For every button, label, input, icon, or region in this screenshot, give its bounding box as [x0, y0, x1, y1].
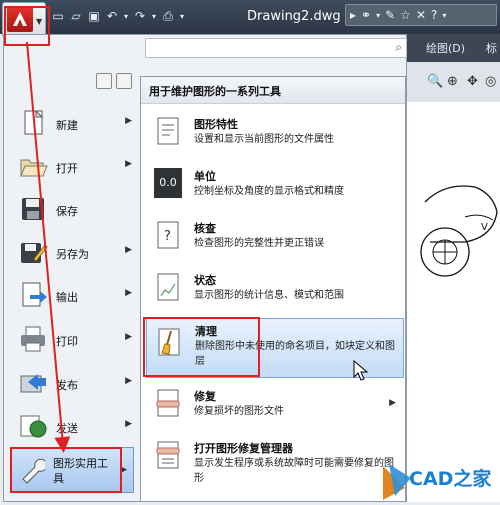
new-document-icon: [24, 110, 44, 135]
menu-item-new[interactable]: 新建 ▶: [14, 104, 138, 144]
drawing-canvas[interactable]: V: [405, 102, 500, 502]
chevron-right-icon: ▶: [125, 288, 132, 298]
submenu-item-title: 图形特性: [194, 118, 238, 131]
menu-item-publish[interactable]: 发布 ▶: [14, 364, 138, 404]
favorite-star-icon[interactable]: ☆: [400, 8, 411, 22]
plot-icon[interactable]: ⎙: [160, 8, 176, 24]
submenu-item-recover[interactable]: 修复 修复损坏的图形文件 ▶: [146, 384, 404, 430]
status-icon: [157, 273, 179, 301]
submenu-item-title: 单位: [194, 170, 216, 183]
menu-item-label: 保存: [56, 205, 78, 218]
menu-item-open[interactable]: 打开 ▶: [14, 147, 138, 187]
chevron-down-icon[interactable]: ▾: [376, 11, 380, 20]
submenu-item-desc: 修复损坏的图形文件: [194, 406, 284, 417]
submenu-header: 用于维护图形的一系列工具: [141, 77, 405, 104]
menu-item-label: 另存为: [56, 248, 89, 261]
recovery-manager-icon: [156, 441, 180, 469]
new-icon[interactable]: ▭: [50, 8, 66, 24]
search-icon: ⌕: [395, 40, 402, 54]
submenu-item-title: 核查: [194, 222, 216, 235]
save-disk-icon: [22, 198, 44, 220]
submenu-item-desc: 检查图形的完整性并更正错误: [194, 238, 324, 249]
document-title: Drawing2.dwg: [247, 9, 341, 24]
chevron-right-icon: ▶: [125, 376, 132, 386]
close-icon[interactable]: ✕: [416, 8, 426, 22]
submenu-item-units[interactable]: 0.0 单位 控制坐标及角度的显示格式和精度: [146, 164, 404, 212]
menu-search-input[interactable]: ⌕: [145, 38, 407, 58]
zoom-icon[interactable]: 🔍: [427, 74, 443, 89]
submenu-item-audit[interactable]: ? 核查 检查图形的完整性并更正错误: [146, 216, 404, 264]
svg-text:?: ?: [164, 229, 171, 244]
submenu-item-title: 状态: [194, 274, 216, 287]
nav-arrow-icon[interactable]: ▸: [350, 8, 356, 22]
menu-item-label: 发布: [56, 379, 78, 392]
tab-draw[interactable]: 绘图(D): [426, 40, 465, 56]
redo-dropdown-icon[interactable]: ▾: [150, 8, 158, 24]
chevron-right-icon: ▶: [125, 159, 132, 169]
binoculars-icon[interactable]: ⚭: [361, 8, 371, 22]
chevron-right-icon: ▶: [125, 419, 132, 429]
menu-item-save-as[interactable]: 另存为 ▶: [14, 233, 138, 273]
recent-documents-icon[interactable]: [96, 73, 112, 89]
save-as-icon: [21, 243, 48, 263]
open-icon[interactable]: ▱: [68, 8, 84, 24]
undo-icon[interactable]: ↶: [104, 8, 120, 24]
menu-item-label: 打印: [56, 335, 78, 348]
submenu-item-recovery-manager[interactable]: 打开图形修复管理器 显示发生程序或系统故障时可能需要修复的图形: [146, 436, 404, 498]
menu-item-print[interactable]: 打印 ▶: [14, 320, 138, 360]
ribbon-panel: 🔍 ⊕ ✥ ◎: [405, 62, 500, 103]
audit-icon: ?: [157, 221, 179, 249]
annotation-highlight-utilities: [10, 447, 122, 493]
send-globe-icon: [20, 415, 47, 438]
help-icon[interactable]: ?: [431, 8, 437, 22]
chevron-right-icon: ▶: [389, 398, 396, 408]
mouse-cursor-icon: [353, 360, 369, 381]
watermark-logo: CAD之家: [375, 460, 500, 502]
menu-item-label: 发送: [56, 422, 78, 435]
wrench-icon[interactable]: ✎: [385, 8, 395, 22]
tab-annotate[interactable]: 标: [486, 40, 497, 56]
save-icon[interactable]: ▣: [86, 8, 102, 24]
submenu-item-status[interactable]: 状态 显示图形的统计信息、模式和范围: [146, 268, 404, 316]
menu-item-export[interactable]: 输出 ▶: [14, 276, 138, 316]
infocenter-toolbar: ▸ ⚭ ▾ ✎ ☆ ✕ ? ▾: [345, 4, 497, 26]
submenu-item-desc: 显示图形的统计信息、模式和范围: [194, 290, 344, 301]
zoom-extents-icon[interactable]: ◎: [485, 74, 496, 89]
submenu-item-drawing-properties[interactable]: 图形特性 设置和显示当前图形的文件属性: [146, 112, 404, 160]
chevron-right-icon: ▶: [125, 245, 132, 255]
watermark-text: CAD之家: [409, 468, 492, 490]
menu-item-send[interactable]: 发送 ▶: [14, 407, 138, 447]
zoom-window-icon[interactable]: ⊕: [447, 74, 458, 89]
svg-text:V: V: [481, 222, 488, 233]
drawing-properties-icon: [157, 117, 179, 145]
open-documents-icon[interactable]: [116, 73, 132, 89]
submenu-item-desc: 设置和显示当前图形的文件属性: [194, 134, 334, 145]
units-icon: 0.0: [154, 168, 182, 198]
chevron-right-icon: ▶: [125, 332, 132, 342]
car-drawing: V: [420, 185, 498, 277]
publish-icon: [20, 374, 46, 393]
menu-item-label: 新建: [56, 119, 78, 132]
annotation-highlight-purge: [143, 317, 260, 377]
submenu-header-text: 用于维护图形的一系列工具: [149, 85, 281, 98]
chevron-right-icon: ▶: [125, 116, 132, 126]
open-folder-icon: [20, 159, 48, 177]
menu-item-label: 打开: [56, 162, 78, 175]
print-icon: [21, 326, 45, 352]
submenu-item-title: 打开图形修复管理器: [194, 442, 293, 455]
pan-icon[interactable]: ✥: [467, 74, 478, 89]
recover-icon: [156, 389, 180, 417]
undo-dropdown-icon[interactable]: ▾: [122, 8, 130, 24]
annotation-highlight-app-button: [4, 6, 50, 46]
chevron-down-icon[interactable]: ▾: [442, 11, 446, 20]
qat-dropdown-icon[interactable]: ▾: [178, 8, 186, 24]
menu-item-save[interactable]: 保存: [14, 190, 138, 230]
submenu-item-desc: 显示发生程序或系统故障时可能需要修复的图形: [194, 458, 394, 484]
export-icon: [22, 282, 47, 307]
redo-icon[interactable]: ↷: [132, 8, 148, 24]
quick-access-toolbar: ▭ ▱ ▣ ↶ ▾ ↷ ▾ ⎙ ▾: [50, 7, 186, 25]
submenu-item-desc: 控制坐标及角度的显示格式和精度: [194, 186, 344, 197]
submenu-item-title: 修复: [194, 390, 216, 403]
menu-item-label: 输出: [56, 291, 78, 304]
